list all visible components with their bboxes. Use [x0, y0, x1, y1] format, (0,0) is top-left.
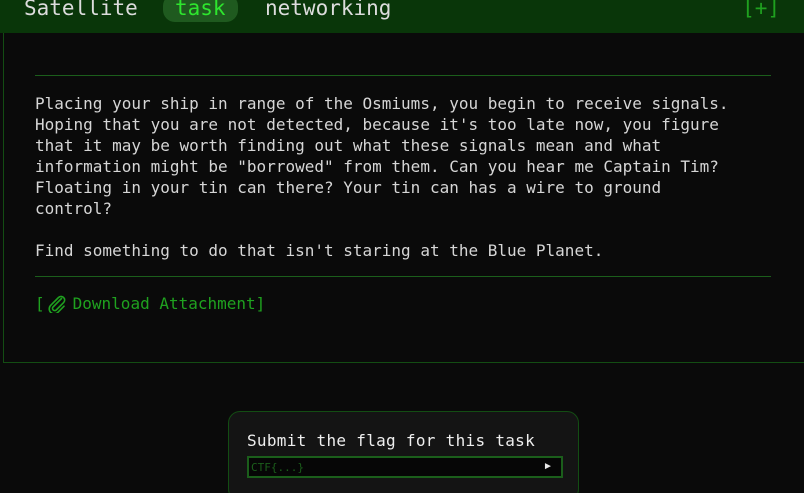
- attachment-open-bracket: [: [35, 294, 45, 313]
- paperclip-icon: [47, 295, 67, 315]
- attachment-close-bracket: ]: [255, 294, 266, 313]
- flag-submit-panel: Submit the flag for this task ►: [228, 411, 579, 493]
- task-page: Satellite task networking [+] Placing yo…: [0, 0, 804, 493]
- tag-category[interactable]: Satellite: [24, 0, 138, 21]
- flag-input-row: ►: [247, 456, 563, 478]
- submit-title: Submit the flag for this task: [247, 431, 536, 450]
- submit-flag-button[interactable]: ►: [535, 458, 561, 476]
- flag-input[interactable]: [249, 458, 535, 476]
- task-description: Placing your ship in range of the Osmium…: [35, 94, 729, 260]
- expand-button[interactable]: [+]: [742, 0, 780, 21]
- attachment-label: Download Attachment: [72, 294, 256, 313]
- divider-top: [35, 75, 771, 76]
- download-attachment-link[interactable]: [ Download Attachment ]: [35, 293, 266, 315]
- tag-task[interactable]: task: [163, 0, 238, 22]
- task-header: Satellite task networking [+]: [0, 0, 804, 33]
- divider-bottom: [35, 276, 771, 277]
- tag-networking[interactable]: networking: [265, 0, 391, 21]
